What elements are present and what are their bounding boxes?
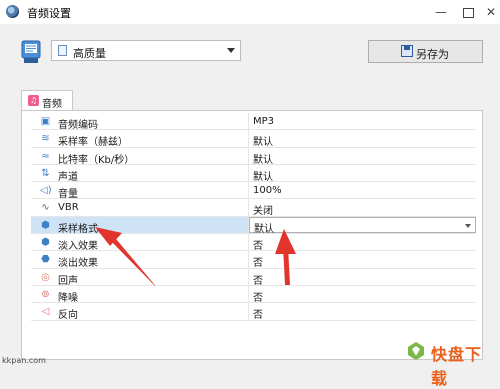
floppy-disk-icon xyxy=(401,45,413,57)
property-row-channel[interactable]: ⇅ 声道 默认 xyxy=(31,164,476,183)
property-label: 音量 xyxy=(58,189,78,201)
codec-icon: ▣ xyxy=(40,116,51,127)
volume-icon: ◁) xyxy=(40,185,52,197)
title-bar: 音频设置 — ✕ xyxy=(0,0,500,24)
echo-icon: ◎ xyxy=(41,271,50,283)
property-grid: ▣ 音频编码 MP3 ≋ 采样率（赫兹） 默认 ≈ 比特率（Kb/秒） 默认 ⇅ 声道 … xyxy=(31,113,476,321)
property-value[interactable]: 否 xyxy=(253,289,263,304)
app-disc-icon xyxy=(6,5,19,18)
document-icon xyxy=(58,45,67,56)
property-value[interactable]: 默认 xyxy=(253,133,273,148)
property-label: 比特率（Kb/秒） xyxy=(58,154,135,166)
property-value[interactable]: 默认 xyxy=(253,151,273,166)
chevron-down-icon xyxy=(465,223,471,228)
denoise-icon: ⊚ xyxy=(41,288,50,300)
sample-format-icon: ⬢ xyxy=(41,219,50,231)
property-row-fade-in[interactable]: ⬢ 淡入效果 否 xyxy=(31,234,476,253)
property-row-vbr[interactable]: ∿ VBR 关闭 xyxy=(31,199,476,217)
property-value[interactable]: 100% xyxy=(253,185,282,196)
tab-audio[interactable]: ♫ 音频 xyxy=(21,90,73,111)
sample-rate-icon: ≋ xyxy=(41,133,50,145)
property-value[interactable]: 关闭 xyxy=(253,202,273,217)
channel-icon: ⇅ xyxy=(41,167,50,179)
property-row-codec[interactable]: ▣ 音频编码 MP3 xyxy=(31,113,476,131)
property-label: 淡出效果 xyxy=(58,258,98,270)
property-value[interactable]: 否 xyxy=(253,237,263,252)
logo-mark-icon xyxy=(408,342,424,360)
property-label: 反向 xyxy=(58,310,78,322)
music-icon: ♫ xyxy=(28,95,39,106)
property-value[interactable]: 否 xyxy=(253,254,263,269)
property-label: 淡入效果 xyxy=(58,241,98,253)
property-label: VBR xyxy=(58,202,79,214)
property-value[interactable]: 否 xyxy=(253,306,263,321)
minimize-button[interactable]: — xyxy=(430,1,452,23)
preset-value: 高质量 xyxy=(73,47,106,60)
save-as-button[interactable]: 另存为 xyxy=(368,40,483,63)
window-title: 音频设置 xyxy=(27,7,71,20)
property-value[interactable]: 默认 xyxy=(253,168,273,183)
property-row-sample-rate[interactable]: ≋ 采样率（赫兹） 默认 xyxy=(31,130,476,149)
fade-in-icon: ⬢ xyxy=(41,237,50,249)
property-label: 回声 xyxy=(58,275,78,287)
maximize-button[interactable] xyxy=(457,1,479,23)
preset-dropdown[interactable]: 高质量 xyxy=(51,40,241,61)
maximize-icon xyxy=(462,8,474,18)
property-row-bitrate[interactable]: ≈ 比特率（Kb/秒） 默认 xyxy=(31,147,476,166)
property-label: 声道 xyxy=(58,171,78,183)
close-button[interactable]: ✕ xyxy=(480,1,500,23)
property-value[interactable]: 否 xyxy=(253,272,263,287)
property-value: 默认 xyxy=(254,223,274,235)
preset-box-icon xyxy=(21,40,41,63)
fade-out-icon: ⬣ xyxy=(41,254,50,266)
watermark-brand: 快盘下载 xyxy=(431,345,483,388)
property-value[interactable]: MP3 xyxy=(253,116,274,127)
watermark-site: kkpan.com xyxy=(2,356,46,365)
property-label: 降噪 xyxy=(58,292,78,304)
watermark-logo: 快盘下载 xyxy=(406,340,496,388)
property-label: 音频编码 xyxy=(58,120,98,131)
sample-format-dropdown[interactable]: 默认 xyxy=(249,216,476,235)
property-row-denoise[interactable]: ⊚ 降噪 否 xyxy=(31,285,476,304)
property-row-reverse[interactable]: ◁ 反向 否 xyxy=(31,303,476,322)
tab-audio-label: 音频 xyxy=(42,99,62,110)
audio-settings-window: 音频设置 — ✕ 高质量 另存为 ♫ 音频 ▣ 音频编码 MP3 ≋ 采样率（赫兹）… xyxy=(0,0,500,388)
property-row-volume[interactable]: ◁) 音量 100% xyxy=(31,182,476,201)
chevron-down-icon xyxy=(227,48,235,53)
save-as-label: 另存为 xyxy=(416,48,449,61)
reverse-icon: ◁ xyxy=(41,306,50,318)
property-row-sample-format[interactable]: ⬢ 采样格式 默认 xyxy=(31,216,476,235)
property-row-fade-out[interactable]: ⬣ 淡出效果 否 xyxy=(31,251,476,270)
property-label: 采样率（赫兹） xyxy=(58,137,128,149)
vbr-icon: ∿ xyxy=(41,202,50,214)
property-row-echo[interactable]: ◎ 回声 否 xyxy=(31,268,476,287)
bitrate-icon: ≈ xyxy=(41,150,50,162)
property-label: 采样格式 xyxy=(58,223,98,235)
